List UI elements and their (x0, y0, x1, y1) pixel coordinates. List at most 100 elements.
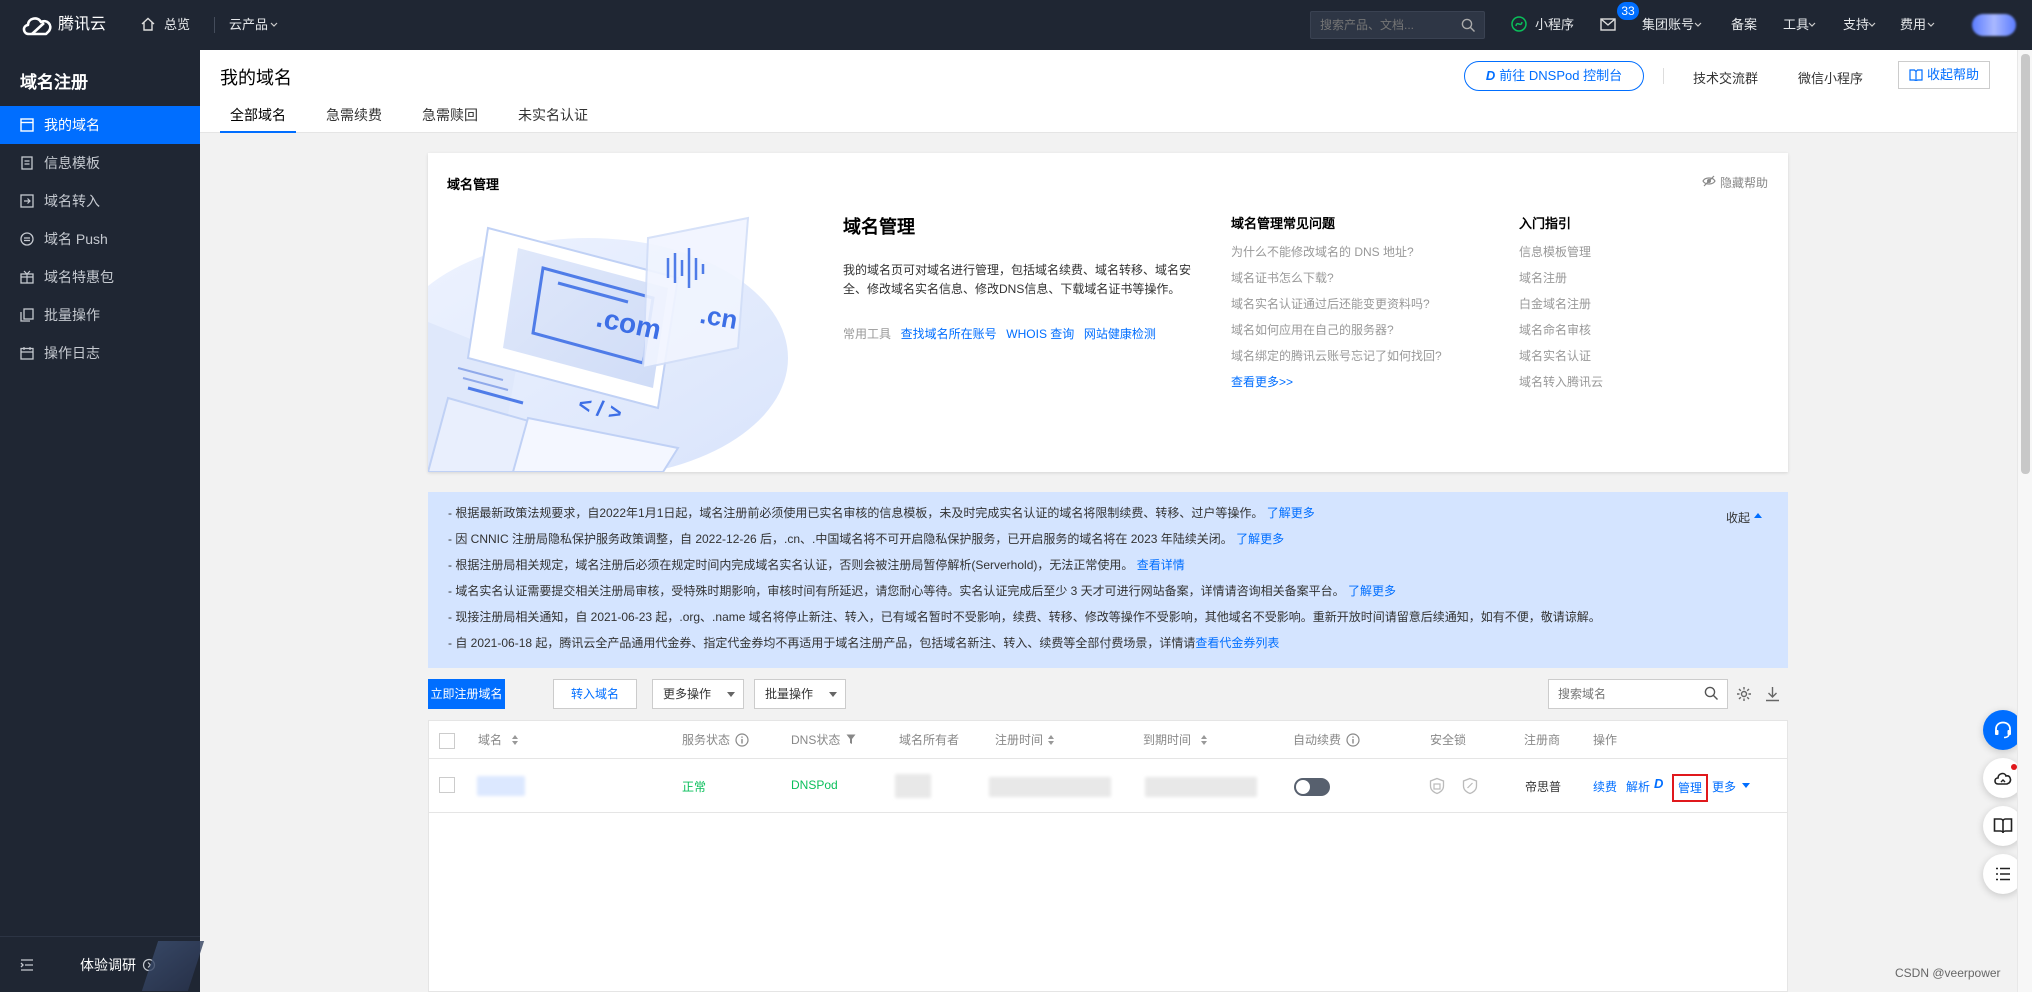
scrollbar-thumb[interactable] (2021, 54, 2030, 474)
notice-link[interactable]: 了解更多 (1348, 584, 1396, 598)
settings-gear-icon[interactable] (1736, 686, 1752, 702)
notice-link[interactable]: 查看详情 (1137, 558, 1185, 572)
tools-menu[interactable]: 工具 (1783, 0, 1809, 50)
caret-down-icon (829, 692, 837, 697)
sidebar-item-label: 信息模板 (44, 155, 100, 171)
mini-program-link[interactable]: 小程序 (1535, 0, 1574, 50)
info-icon[interactable] (735, 733, 749, 747)
domain-search-box[interactable] (1548, 679, 1728, 709)
auto-renew-toggle[interactable] (1294, 778, 1330, 796)
support-menu[interactable]: 支持 (1843, 0, 1869, 50)
faq-item[interactable]: 域名实名认证通过后还能变更资料吗? (1231, 295, 1430, 312)
faq-more-link[interactable]: 查看更多>> (1231, 373, 1293, 390)
hide-help-button[interactable]: 隐藏帮助 (1702, 174, 1768, 191)
survey-link[interactable]: 体验调研 (80, 955, 136, 975)
transfer-lock-icon[interactable] (1428, 777, 1446, 795)
intro-description: 我的域名页可对域名进行管理，包括域名续费、域名转移、域名安全、修改域名实名信息、… (843, 263, 1192, 296)
download-icon[interactable] (1765, 686, 1780, 702)
registrar-name: 帝思普 (1525, 780, 1562, 794)
menu-collapse-icon[interactable] (20, 959, 34, 971)
mail-icon[interactable] (1600, 18, 1616, 31)
guide-item[interactable]: 域名转入腾讯云 (1519, 373, 1603, 390)
update-lock-icon[interactable] (1461, 777, 1479, 795)
owner-redacted (895, 774, 931, 798)
resolve-link[interactable]: 解析 (1626, 778, 1650, 795)
global-search-input[interactable] (1311, 12, 1484, 38)
sidebar-item-push[interactable]: 域名 Push (0, 220, 200, 258)
more-ops-dropdown[interactable]: 更多操作 (652, 679, 744, 709)
collapse-help-button[interactable]: 收起帮助 (1898, 61, 1990, 89)
sidebar-item-label: 域名转入 (44, 193, 100, 209)
guide-item[interactable]: 域名实名认证 (1519, 347, 1591, 364)
wechat-mini-link[interactable]: 微信小程序 (1798, 68, 1863, 87)
vertical-scrollbar[interactable] (2017, 50, 2032, 992)
sidebar-item-transfer-in[interactable]: 域名转入 (0, 182, 200, 220)
tab-redeem-urgent[interactable]: 急需赎回 (412, 105, 488, 133)
tool-health-check-link[interactable]: 网站健康检测 (1084, 327, 1156, 341)
search-icon[interactable] (1704, 686, 1719, 701)
domain-search-input[interactable] (1549, 681, 1689, 707)
register-domain-button[interactable]: 立即注册域名 (428, 679, 505, 709)
dnspod-logo-icon: D (1485, 68, 1496, 83)
search-icon[interactable] (1461, 18, 1476, 33)
user-avatar[interactable] (1972, 14, 2016, 36)
tool-find-account-link[interactable]: 查找域名所在账号 (901, 327, 997, 341)
guide-item[interactable]: 信息模板管理 (1519, 243, 1591, 260)
guide-item[interactable]: 白金域名注册 (1519, 295, 1591, 312)
tech-forum-link[interactable]: 技术交流群 (1693, 68, 1758, 87)
faq-item[interactable]: 域名证书怎么下载? (1231, 269, 1334, 286)
notice-link[interactable]: 查看代金券列表 (1195, 636, 1279, 650)
tool-whois-link[interactable]: WHOIS 查询 (1006, 327, 1074, 341)
account-menu[interactable]: 集团账号 (1642, 0, 1694, 50)
manage-link[interactable]: 管理 (1672, 774, 1709, 802)
tab-all-domains[interactable]: 全部域名 (220, 105, 296, 133)
sidebar-item-info-template[interactable]: 信息模板 (0, 144, 200, 182)
filter-icon[interactable] (846, 734, 856, 745)
sidebar-item-discount-pack[interactable]: 域名特惠包 (0, 258, 200, 296)
sidebar-title: 域名注册 (20, 73, 88, 92)
dnspod-button-label: 前往 DNSPod 控制台 (1499, 68, 1623, 83)
sidebar-item-my-domains[interactable]: 我的域名 (0, 106, 200, 144)
sidebar-item-batch-ops[interactable]: 批量操作 (0, 296, 200, 334)
overview-link[interactable]: 总览 (164, 0, 190, 50)
row-checkbox[interactable] (439, 777, 455, 793)
products-menu[interactable]: 云产品 (229, 0, 268, 50)
guide-item[interactable]: 域名注册 (1519, 269, 1567, 286)
renew-link[interactable]: 续费 (1593, 778, 1617, 795)
dnspod-console-button[interactable]: D 前往 DNSPod 控制台 (1464, 61, 1644, 91)
notice-line: - 自 2021-06-18 起，腾讯云全产品通用代金券、指定代金券均不再适用于… (448, 634, 1279, 651)
sort-icon[interactable] (511, 734, 519, 746)
notice-link[interactable]: 了解更多 (1236, 532, 1284, 546)
billing-menu[interactable]: 费用 (1900, 0, 1926, 50)
tencent-cloud-logo-icon[interactable] (20, 13, 54, 37)
brand-name[interactable]: 腾讯云 (58, 0, 106, 50)
gift-icon (20, 270, 34, 284)
column-header-exp-time[interactable]: 到期时间 (1143, 721, 1191, 759)
batch-ops-dropdown[interactable]: 批量操作 (754, 679, 846, 709)
select-all-checkbox[interactable] (439, 733, 455, 749)
sidebar-item-operation-log[interactable]: 操作日志 (0, 334, 200, 372)
domain-name-redacted[interactable] (477, 776, 525, 796)
copy-icon (20, 308, 34, 322)
column-header-domain[interactable]: 域名 (478, 721, 502, 759)
collapse-help-label: 收起帮助 (1927, 67, 1980, 82)
guide-item[interactable]: 域名命名审核 (1519, 321, 1591, 338)
filing-link[interactable]: 备案 (1731, 0, 1757, 50)
sort-icon[interactable] (1047, 734, 1055, 746)
sort-icon[interactable] (1200, 734, 1208, 746)
toggle-knob (1296, 780, 1310, 794)
tab-unverified[interactable]: 未实名认证 (508, 105, 598, 133)
notice-link[interactable]: 了解更多 (1267, 506, 1315, 520)
tab-renew-urgent[interactable]: 急需续费 (316, 105, 392, 133)
info-icon[interactable] (1346, 733, 1360, 747)
more-ops-label: 更多操作 (663, 687, 712, 701)
faq-item[interactable]: 域名如何应用在自己的服务器? (1231, 321, 1394, 338)
more-actions-link[interactable]: 更多 (1712, 778, 1736, 795)
column-header-reg-time[interactable]: 注册时间 (995, 721, 1043, 759)
global-search[interactable] (1310, 11, 1485, 39)
transfer-in-button[interactable]: 转入域名 (553, 679, 637, 709)
divider (214, 17, 215, 33)
faq-item[interactable]: 为什么不能修改域名的 DNS 地址? (1231, 243, 1414, 260)
faq-item[interactable]: 域名绑定的腾讯云账号忘记了如何找回? (1231, 347, 1442, 364)
notice-collapse-button[interactable]: 收起 (1726, 509, 1762, 526)
